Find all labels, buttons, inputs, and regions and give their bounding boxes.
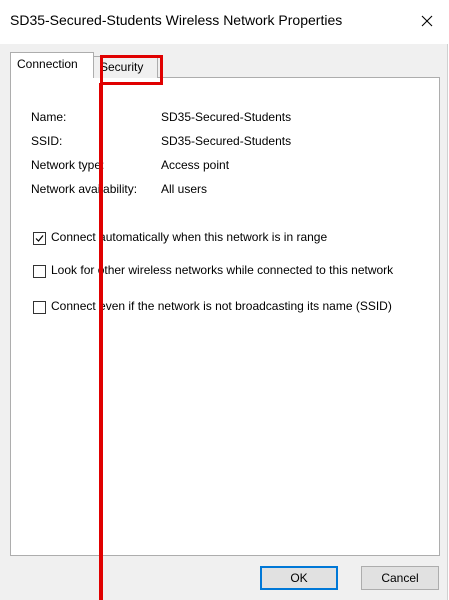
property-value: SD35-Secured-Students: [161, 134, 292, 148]
option-label: Look for other wireless networks while c…: [51, 263, 394, 277]
checkbox-connect-automatically[interactable]: [33, 232, 46, 245]
tab-strip: Connection Security: [10, 52, 440, 78]
tab-security[interactable]: Security: [94, 56, 158, 78]
property-value: Access point: [161, 158, 230, 172]
checkmark-icon: [35, 235, 44, 242]
cancel-button[interactable]: Cancel: [361, 566, 439, 590]
property-label: Name:: [31, 110, 67, 124]
option-look-for-other-networks[interactable]: Look for other wireless networks while c…: [33, 264, 433, 292]
checkbox-look-for-other-networks[interactable]: [33, 265, 46, 278]
window-title: SD35-Secured-Students Wireless Network P…: [10, 12, 343, 28]
tab-connection[interactable]: Connection: [10, 52, 94, 78]
option-connect-automatically[interactable]: Connect automatically when this network …: [33, 231, 433, 247]
option-label: Connect automatically when this network …: [51, 230, 328, 244]
connection-panel: Name: SD35-Secured-Students SSID: SD35-S…: [10, 77, 440, 556]
ok-button[interactable]: OK: [260, 566, 338, 590]
checkbox-connect-not-broadcasting[interactable]: [33, 301, 46, 314]
property-value: SD35-Secured-Students: [161, 110, 292, 124]
option-connect-not-broadcasting[interactable]: Connect even if the network is not broad…: [33, 300, 433, 328]
property-value: All users: [161, 182, 208, 196]
property-label: Network availability:: [31, 182, 138, 196]
property-label: SSID:: [31, 134, 63, 148]
properties-dialog: SD35-Secured-Students Wireless Network P…: [0, 0, 448, 600]
title-bar: SD35-Secured-Students Wireless Network P…: [0, 0, 448, 44]
close-icon: [421, 15, 433, 30]
property-label: Network type:: [31, 158, 105, 172]
close-button[interactable]: [410, 8, 444, 36]
option-label: Connect even if the network is not broad…: [51, 299, 392, 313]
